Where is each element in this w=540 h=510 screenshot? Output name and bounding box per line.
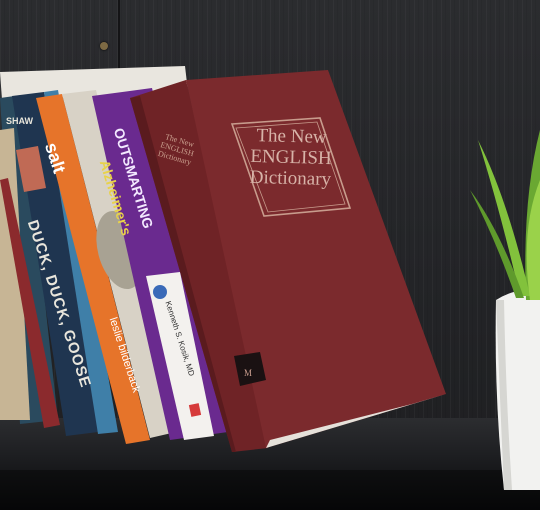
bookshelf-scene: M The New ENGLISH Dictionary The New ENG…	[0, 0, 540, 510]
books-illustration: M	[0, 66, 540, 490]
dictionary-cover-line1: The New	[256, 125, 327, 148]
dictionary-cover-title: The New ENGLISH Dictionary	[231, 124, 351, 190]
shaw-spine-label: SHAW	[6, 116, 33, 126]
dictionary-cover-line3: Dictionary	[249, 166, 332, 191]
book-outsmarting-logo	[153, 285, 167, 299]
dictionary-emblem-letter: M	[244, 368, 252, 378]
